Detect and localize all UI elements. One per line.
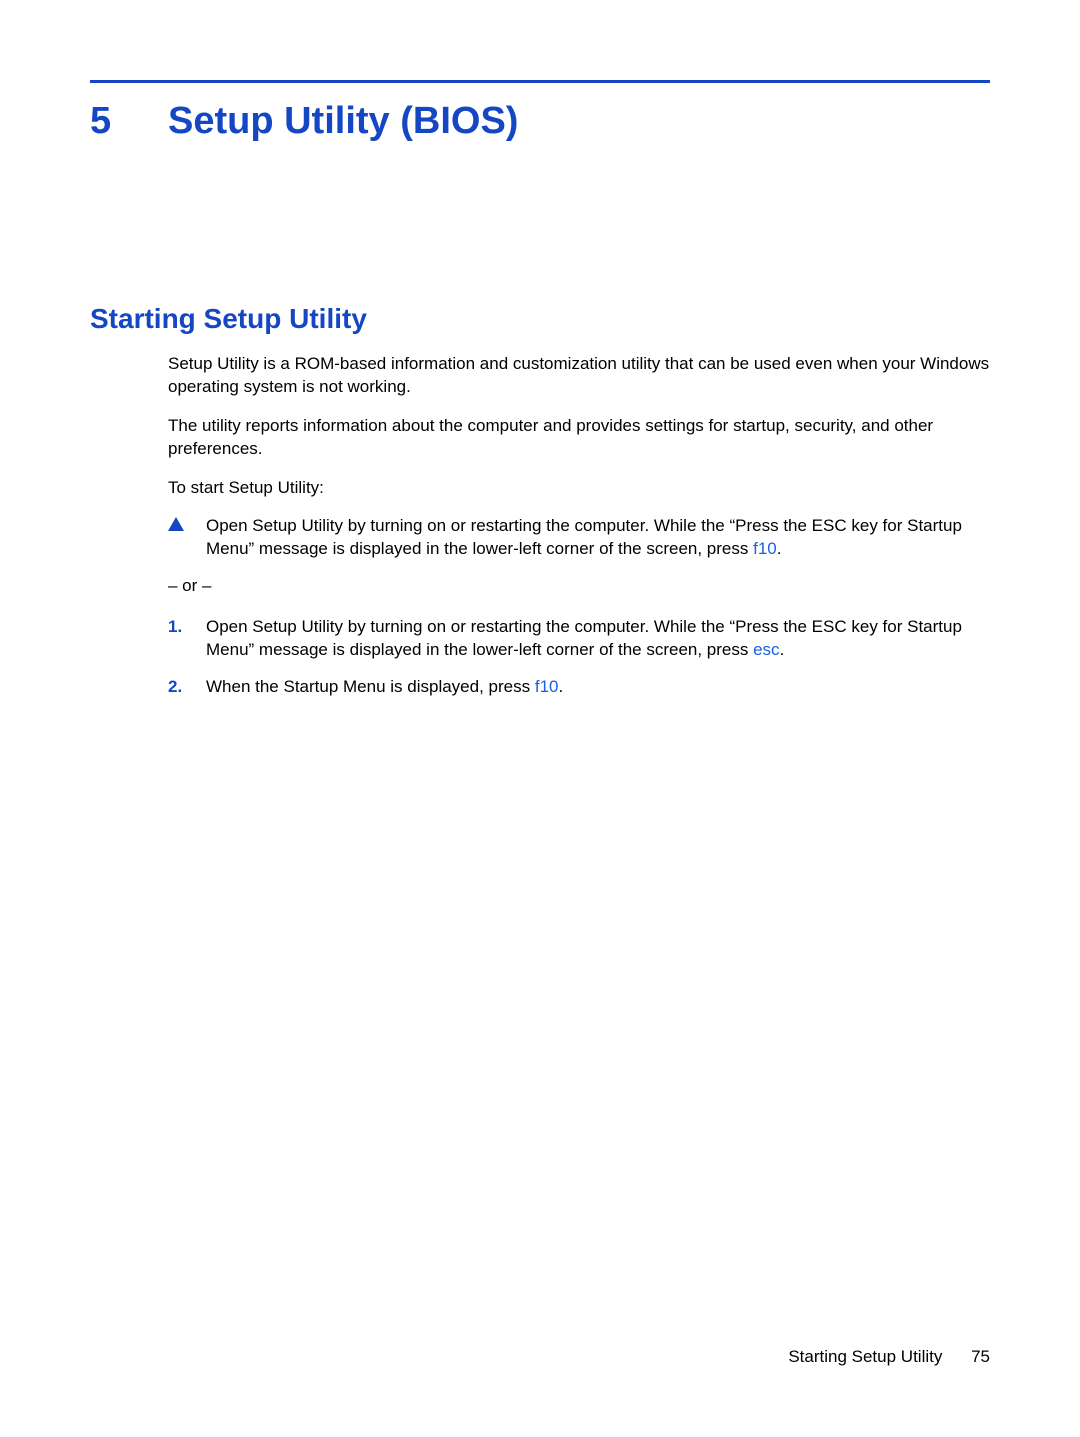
step-1-text-a: Open Setup Utility by turning on or rest… [206,617,962,659]
step-2-text-b: . [558,677,563,696]
footer-page-number: 75 [971,1347,990,1366]
bullet-item: Open Setup Utility by turning on or rest… [168,515,990,561]
chapter-number: 5 [90,101,168,143]
step-1-text: Open Setup Utility by turning on or rest… [206,616,990,662]
or-separator: – or – [168,575,990,598]
chapter-title: Setup Utility (BIOS) [168,101,990,143]
page: 5 Setup Utility (BIOS) Starting Setup Ut… [0,0,1080,1437]
step-2-text-a: When the Startup Menu is displayed, pres… [206,677,535,696]
footer-title: Starting Setup Utility [788,1347,942,1366]
section-title: Starting Setup Utility [90,303,990,335]
paragraph-2: The utility reports information about th… [168,415,990,461]
step-2-number: 2. [168,676,206,699]
step-1-text-b: . [780,640,785,659]
bullet-text: Open Setup Utility by turning on or rest… [206,515,990,561]
top-rule [90,80,990,83]
bullet-text-a: Open Setup Utility by turning on or rest… [206,516,962,558]
body: Setup Utility is a ROM-based information… [168,353,990,699]
step-1: 1. Open Setup Utility by turning on or r… [168,616,990,662]
key-f10: f10 [753,539,777,558]
step-1-number: 1. [168,616,206,662]
bullet-text-b: . [777,539,782,558]
chapter-heading: 5 Setup Utility (BIOS) [90,101,990,143]
triangle-icon [168,515,206,561]
step-2: 2. When the Startup Menu is displayed, p… [168,676,990,699]
key-f10-b: f10 [535,677,559,696]
key-esc: esc [753,640,779,659]
page-footer: Starting Setup Utility 75 [788,1347,990,1367]
step-2-text: When the Startup Menu is displayed, pres… [206,676,990,699]
paragraph-1: Setup Utility is a ROM-based information… [168,353,990,399]
paragraph-3: To start Setup Utility: [168,477,990,500]
